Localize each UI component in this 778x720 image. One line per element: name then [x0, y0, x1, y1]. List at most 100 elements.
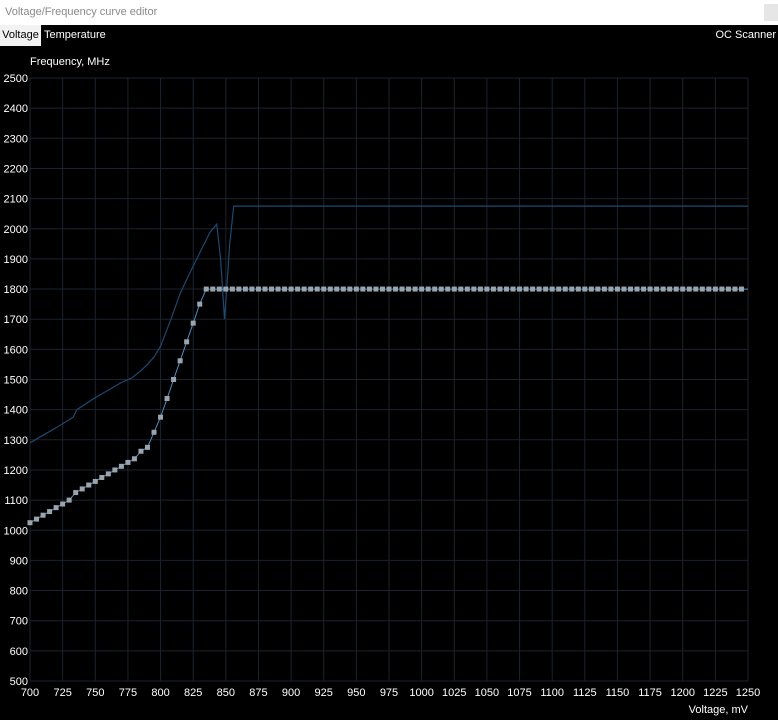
curve-point[interactable]: [99, 474, 105, 480]
curve-point[interactable]: [451, 286, 457, 292]
curve-point[interactable]: [164, 395, 170, 401]
curve-point[interactable]: [719, 286, 725, 292]
curve-point[interactable]: [641, 286, 647, 292]
curve-point[interactable]: [301, 286, 307, 292]
curve-point[interactable]: [569, 286, 575, 292]
curve-point[interactable]: [158, 414, 164, 420]
curve-point[interactable]: [66, 497, 72, 503]
curve-point[interactable]: [118, 463, 124, 469]
curve-point[interactable]: [47, 509, 53, 515]
curve-point[interactable]: [223, 286, 229, 292]
curve-point[interactable]: [523, 286, 529, 292]
curve-point[interactable]: [92, 478, 98, 484]
curve-point[interactable]: [236, 286, 242, 292]
curve-point[interactable]: [314, 286, 320, 292]
curve-point[interactable]: [614, 286, 620, 292]
curve-point[interactable]: [510, 286, 516, 292]
curve-point[interactable]: [229, 286, 235, 292]
curve-point[interactable]: [216, 286, 222, 292]
curve-point[interactable]: [582, 286, 588, 292]
curve-point[interactable]: [321, 286, 327, 292]
curve-point[interactable]: [673, 286, 679, 292]
oc-scanner-button[interactable]: OC Scanner: [715, 25, 776, 46]
curve-point[interactable]: [366, 286, 372, 292]
curve-point[interactable]: [210, 286, 216, 292]
curve-point[interactable]: [288, 286, 294, 292]
curve-point[interactable]: [255, 286, 261, 292]
curve-point[interactable]: [269, 286, 275, 292]
curve-point[interactable]: [242, 286, 248, 292]
curve-point[interactable]: [282, 286, 288, 292]
curve-point[interactable]: [556, 286, 562, 292]
curve-point[interactable]: [628, 286, 634, 292]
curve-point[interactable]: [171, 377, 177, 382]
curve-point[interactable]: [575, 286, 581, 292]
curve-point[interactable]: [131, 456, 137, 462]
curve-point[interactable]: [432, 286, 438, 292]
curve-point[interactable]: [27, 520, 33, 526]
curve-point[interactable]: [138, 448, 144, 454]
curve-point[interactable]: [608, 286, 614, 292]
curve-point[interactable]: [399, 286, 405, 292]
curve-point[interactable]: [536, 286, 542, 292]
curve-point[interactable]: [693, 286, 699, 292]
curve-point[interactable]: [53, 505, 59, 511]
curve-point[interactable]: [125, 459, 131, 465]
curve-point[interactable]: [419, 286, 425, 292]
curve-point[interactable]: [530, 286, 536, 292]
curve-point[interactable]: [184, 339, 190, 345]
curve-point[interactable]: [725, 286, 731, 292]
curve-point[interactable]: [327, 286, 333, 292]
curve-point[interactable]: [177, 358, 183, 364]
curve-point[interactable]: [190, 320, 196, 326]
curve-point[interactable]: [667, 286, 673, 292]
curve-point[interactable]: [497, 286, 503, 292]
curve-point[interactable]: [249, 286, 255, 292]
curve-point[interactable]: [295, 286, 301, 292]
curve-point[interactable]: [686, 286, 692, 292]
curve-point[interactable]: [445, 286, 451, 292]
curve-point[interactable]: [588, 286, 594, 292]
curve-point[interactable]: [660, 286, 666, 292]
curve-point[interactable]: [471, 286, 477, 292]
curve-point[interactable]: [601, 286, 607, 292]
curve-point[interactable]: [712, 286, 718, 292]
tab-temperature[interactable]: Temperature: [44, 25, 106, 46]
curve-point[interactable]: [360, 286, 366, 292]
curve-point[interactable]: [654, 286, 660, 292]
curve-point[interactable]: [543, 286, 549, 292]
curve-point[interactable]: [112, 467, 118, 473]
curve-point[interactable]: [503, 286, 509, 292]
curve-point[interactable]: [438, 286, 444, 292]
curve-point[interactable]: [40, 512, 46, 518]
curve-point[interactable]: [197, 301, 203, 307]
curve-points[interactable]: [27, 286, 744, 526]
curve-point[interactable]: [262, 286, 268, 292]
curve-point[interactable]: [105, 471, 111, 477]
curve-point[interactable]: [464, 286, 470, 292]
curve-point[interactable]: [379, 286, 385, 292]
curve-point[interactable]: [562, 286, 568, 292]
curve-point[interactable]: [79, 486, 85, 492]
curve-point[interactable]: [347, 286, 353, 292]
curve-point[interactable]: [406, 286, 412, 292]
curve-point[interactable]: [490, 286, 496, 292]
curve-point[interactable]: [334, 286, 340, 292]
curve-point[interactable]: [634, 286, 640, 292]
curve-point[interactable]: [647, 286, 653, 292]
curve-point[interactable]: [73, 490, 79, 496]
curve-point[interactable]: [275, 286, 281, 292]
curve-point[interactable]: [517, 286, 523, 292]
curve-point[interactable]: [595, 286, 601, 292]
curve-point[interactable]: [203, 286, 209, 292]
curve-point[interactable]: [738, 286, 744, 292]
curve-point[interactable]: [621, 286, 627, 292]
curve-point[interactable]: [60, 501, 66, 507]
curve-point[interactable]: [308, 286, 314, 292]
curve-point[interactable]: [412, 286, 418, 292]
curve-point[interactable]: [393, 286, 399, 292]
curve-point[interactable]: [373, 286, 379, 292]
window-control-button[interactable]: [764, 4, 778, 21]
curve-point[interactable]: [549, 286, 555, 292]
curve-point[interactable]: [706, 286, 712, 292]
